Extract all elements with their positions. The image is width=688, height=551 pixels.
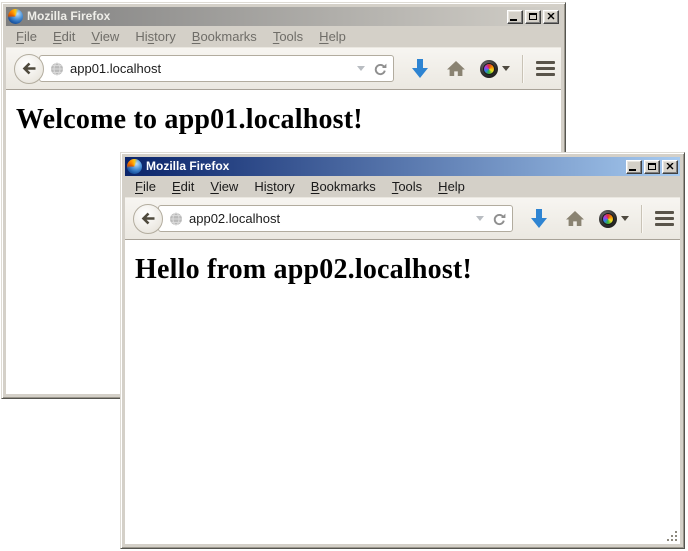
menu-file[interactable]: File bbox=[8, 27, 45, 46]
home-icon bbox=[565, 210, 585, 227]
back-arrow-icon bbox=[141, 212, 156, 225]
menu-history[interactable]: History bbox=[246, 177, 302, 196]
minimize-button[interactable] bbox=[507, 10, 523, 24]
firefox-window-app02: Mozilla Firefox FileEditViewHistoryBookm… bbox=[120, 152, 685, 549]
minimize-button[interactable] bbox=[626, 160, 642, 174]
page-content: Hello from app02.localhost! bbox=[125, 240, 680, 544]
window-title: Mozilla Firefox bbox=[27, 9, 110, 23]
menu-edit[interactable]: Edit bbox=[164, 177, 202, 196]
menu-tools[interactable]: Tools bbox=[384, 177, 430, 196]
window-title: Mozilla Firefox bbox=[146, 159, 229, 173]
caret-down-icon bbox=[502, 66, 510, 71]
hamburger-menu-button[interactable] bbox=[536, 58, 555, 79]
urlbar-history-dropdown-icon[interactable] bbox=[476, 216, 484, 221]
caret-down-icon bbox=[621, 216, 629, 221]
resize-grip[interactable] bbox=[666, 530, 679, 543]
minimize-icon bbox=[510, 19, 517, 21]
window-controls bbox=[507, 10, 559, 24]
close-button[interactable] bbox=[662, 160, 678, 174]
download-arrow-icon bbox=[410, 58, 430, 80]
menu-view[interactable]: View bbox=[202, 177, 246, 196]
toolbar-separator bbox=[522, 55, 524, 83]
colorwheel-icon bbox=[480, 60, 498, 78]
navigation-toolbar: app02.localhost bbox=[125, 197, 680, 240]
firefox-logo-icon bbox=[8, 9, 23, 24]
minimize-icon bbox=[629, 169, 636, 171]
url-bar[interactable]: app01.localhost bbox=[39, 55, 394, 82]
page-heading: Welcome to app01.localhost! bbox=[16, 104, 561, 136]
site-globe-icon[interactable] bbox=[50, 62, 64, 76]
maximize-button[interactable] bbox=[644, 160, 660, 174]
menu-bar: FileEditViewHistoryBookmarksToolsHelp bbox=[6, 26, 561, 47]
maximize-icon bbox=[529, 13, 537, 20]
menu-help[interactable]: Help bbox=[311, 27, 354, 46]
menu-file[interactable]: File bbox=[127, 177, 164, 196]
menu-help[interactable]: Help bbox=[430, 177, 473, 196]
back-button[interactable] bbox=[133, 204, 163, 234]
menu-bookmarks[interactable]: Bookmarks bbox=[303, 177, 384, 196]
download-button[interactable] bbox=[410, 58, 430, 80]
addon-colorwheel-button[interactable] bbox=[599, 210, 629, 228]
navigation-toolbar: app01.localhost bbox=[6, 47, 561, 90]
addon-colorwheel-button[interactable] bbox=[480, 60, 510, 78]
home-button[interactable] bbox=[446, 60, 466, 77]
close-button[interactable] bbox=[543, 10, 559, 24]
firefox-logo-icon bbox=[127, 159, 142, 174]
hamburger-menu-button[interactable] bbox=[655, 208, 674, 229]
urlbar-history-dropdown-icon[interactable] bbox=[357, 66, 365, 71]
maximize-icon bbox=[648, 163, 656, 170]
reload-button[interactable] bbox=[492, 212, 506, 226]
download-arrow-icon bbox=[529, 208, 549, 230]
window-controls bbox=[626, 160, 678, 174]
maximize-button[interactable] bbox=[525, 10, 541, 24]
menu-history[interactable]: History bbox=[127, 27, 183, 46]
close-icon bbox=[547, 13, 555, 20]
url-text[interactable]: app01.localhost bbox=[70, 61, 351, 76]
menu-view[interactable]: View bbox=[83, 27, 127, 46]
reload-button[interactable] bbox=[373, 62, 387, 76]
close-icon bbox=[666, 163, 674, 170]
url-bar[interactable]: app02.localhost bbox=[158, 205, 513, 232]
menu-tools[interactable]: Tools bbox=[265, 27, 311, 46]
home-icon bbox=[446, 60, 466, 77]
menu-bookmarks[interactable]: Bookmarks bbox=[184, 27, 265, 46]
toolbar-separator bbox=[641, 205, 643, 233]
colorwheel-icon bbox=[599, 210, 617, 228]
menu-bar: FileEditViewHistoryBookmarksToolsHelp bbox=[125, 176, 680, 197]
titlebar[interactable]: Mozilla Firefox bbox=[6, 7, 561, 26]
back-button[interactable] bbox=[14, 54, 44, 84]
page-heading: Hello from app02.localhost! bbox=[135, 254, 680, 286]
url-text[interactable]: app02.localhost bbox=[189, 211, 470, 226]
site-globe-icon[interactable] bbox=[169, 212, 183, 226]
download-button[interactable] bbox=[529, 208, 549, 230]
titlebar[interactable]: Mozilla Firefox bbox=[125, 157, 680, 176]
home-button[interactable] bbox=[565, 210, 585, 227]
menu-edit[interactable]: Edit bbox=[45, 27, 83, 46]
back-arrow-icon bbox=[22, 62, 37, 75]
